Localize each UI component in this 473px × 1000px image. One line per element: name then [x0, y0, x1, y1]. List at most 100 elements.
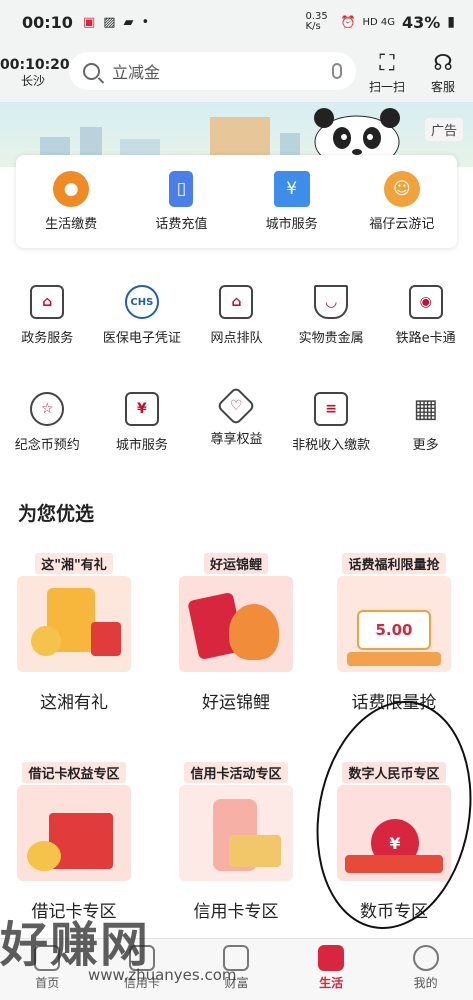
- message-icon: ▰: [123, 14, 134, 30]
- gift-coins-image: [17, 576, 131, 672]
- service-commemorative-coin[interactable]: ☆ 纪念币预约: [0, 392, 95, 453]
- life-bag-icon: [318, 945, 345, 971]
- battery-icon: ▮: [447, 14, 455, 30]
- site-watermark: 好赚网: [0, 917, 151, 973]
- service-label: 纪念币预约: [14, 438, 80, 453]
- customer-service-label: 客服: [430, 80, 455, 94]
- tab-label: 生活: [319, 976, 344, 990]
- coupon-amount: 5.00: [357, 610, 431, 650]
- service-non-tax-payment[interactable]: ≡ 非税收入缴款: [284, 392, 379, 453]
- service-label: 铁路e卡通: [395, 331, 456, 346]
- section-title: 为您优选: [18, 503, 95, 525]
- search-placeholder: 立减金: [112, 63, 161, 82]
- promo-tag: 这"湘"有礼: [35, 553, 113, 574]
- status-time: 00:10: [22, 12, 73, 32]
- quick-service-item[interactable]: ● 生活缴费: [16, 155, 126, 248]
- battery-level: 43%: [401, 12, 441, 32]
- scan-button[interactable]: ⛶ 扫一扫: [362, 50, 412, 95]
- service-label: 尊享权益: [210, 432, 263, 447]
- service-branch-queue[interactable]: ⌂ 网点排队: [189, 285, 284, 346]
- app-header: 00:10:20 长沙 立减金 ⛶ 扫一扫 ☊ 客服: [0, 44, 473, 102]
- app-notification-icon: ▣: [82, 14, 96, 30]
- service-label: 实物贵金属: [298, 331, 364, 346]
- service-railway-card[interactable]: ◉ 铁路e卡通: [378, 285, 473, 346]
- scan-label: 扫一扫: [368, 80, 405, 94]
- privilege-icon: ♡: [216, 386, 257, 426]
- location-selector[interactable]: 00:10:20 长沙: [0, 56, 70, 90]
- search-icon: [83, 62, 100, 80]
- coin-star-icon: ☆: [30, 392, 65, 426]
- service-label: 政务服务: [21, 331, 74, 346]
- quick-service-label: 话费充值: [155, 217, 208, 232]
- service-city[interactable]: ¥ 城市服务: [95, 392, 190, 453]
- government-icon: ⌂: [30, 285, 65, 319]
- service-medical-insurance[interactable]: CHS 医保电子凭证: [95, 285, 190, 346]
- gold-ingot-icon: ◡: [314, 285, 349, 319]
- more-grid-icon: ▦: [413, 394, 438, 424]
- profile-icon: [412, 945, 439, 971]
- service-label: 非税收入缴款: [292, 438, 371, 453]
- service-label: 医保电子凭证: [102, 331, 181, 346]
- phone-bill-coupon-image: 5.00: [337, 576, 451, 672]
- headset-icon: ☊: [433, 51, 453, 76]
- promo-tag: 话费福利限量抢: [342, 553, 446, 574]
- quick-service-item[interactable]: ¥ 城市服务: [237, 155, 347, 248]
- service-label: 更多: [412, 438, 439, 453]
- branch-queue-icon: ⌂: [219, 285, 254, 319]
- tab-mine[interactable]: 我的: [378, 939, 473, 1000]
- services-row: ⌂ 政务服务 CHS 医保电子凭证 ⌂ 网点排队 ◡ 实物贵金属 ◉ 铁路e卡通: [0, 285, 473, 346]
- quick-services-card: ● 生活缴费 ▯ 话费充值 ¥ 城市服务 ☺ 福仔云游记: [16, 155, 457, 248]
- credit-card-image: [179, 785, 293, 881]
- promo-tile[interactable]: 这"湘"有礼 这湘有礼: [10, 553, 138, 713]
- promo-tile[interactable]: 信用卡活动专区 信用卡专区: [172, 762, 300, 922]
- mascot-icon: ☺: [383, 171, 420, 207]
- tab-label: 首页: [35, 976, 60, 990]
- service-label: 网点排队: [210, 331, 263, 346]
- quick-service-label: 福仔云游记: [369, 217, 435, 232]
- service-privilege[interactable]: ♡ 尊享权益: [189, 386, 284, 453]
- quick-service-label: 生活缴费: [45, 217, 98, 232]
- clock-time: 00:10:20: [0, 56, 70, 73]
- koi-fish-image: [179, 576, 293, 672]
- gift-box-image: [17, 785, 131, 881]
- promo-tag: 好运锦鲤: [203, 553, 268, 574]
- dot-icon: •: [141, 14, 150, 30]
- service-government[interactable]: ⌂ 政务服务: [0, 285, 95, 346]
- ad-tag: 广告: [424, 118, 463, 141]
- promo-name: 这湘有礼: [40, 693, 108, 713]
- city-name: 长沙: [20, 74, 45, 89]
- alarm-icon: ⏰: [340, 15, 356, 29]
- quick-service-label: 城市服务: [265, 217, 318, 232]
- city-service-icon: ¥: [124, 392, 159, 426]
- promo-name: 信用卡专区: [193, 902, 279, 922]
- tax-ticket-icon: ≡: [314, 392, 349, 426]
- promo-tag: 借记卡权益专区: [22, 762, 126, 783]
- water-drop-icon: ●: [53, 171, 90, 207]
- network-type: HD 4G: [362, 16, 395, 28]
- service-label: 城市服务: [115, 438, 168, 453]
- phone-icon: ▯: [169, 171, 194, 207]
- tab-label: 我的: [413, 976, 438, 990]
- search-bar[interactable]: 立减金: [69, 52, 356, 90]
- service-more[interactable]: ▦ 更多: [378, 392, 473, 453]
- customer-service-button[interactable]: ☊ 客服: [418, 50, 468, 95]
- network-speed: 0.35 K/s: [305, 11, 328, 32]
- quick-service-item[interactable]: ☺ 福仔云游记: [347, 155, 457, 248]
- promo-tile[interactable]: 好运锦鲤 好运锦鲤: [172, 553, 300, 713]
- promo-tag: 信用卡活动专区: [184, 762, 288, 783]
- tab-life[interactable]: 生活: [284, 939, 379, 1000]
- chs-medical-icon: CHS: [124, 285, 159, 319]
- image-icon: ▨: [103, 14, 116, 30]
- microphone-icon[interactable]: [332, 63, 342, 79]
- quick-service-item[interactable]: ▯ 话费充值: [126, 155, 236, 248]
- promo-tile[interactable]: 话费福利限量抢 5.00 话费限量抢: [330, 553, 458, 713]
- railway-card-icon: ◉: [408, 285, 443, 319]
- promo-tile[interactable]: 借记卡权益专区 借记卡专区: [10, 762, 138, 922]
- service-precious-metal[interactable]: ◡ 实物贵金属: [284, 285, 379, 346]
- scan-icon: ⛶: [379, 51, 395, 76]
- promo-name: 好运锦鲤: [202, 693, 270, 713]
- status-bar: 00:10 ▣ ▨ ▰ • 0.35 K/s ⏰ HD 4G 43% ▮: [0, 0, 473, 44]
- services-row: ☆ 纪念币预约 ¥ 城市服务 ♡ 尊享权益 ≡ 非税收入缴款 ▦ 更多: [0, 386, 473, 453]
- site-watermark-url: www.zhuanyes.com: [88, 966, 237, 984]
- city-building-icon: ¥: [273, 171, 310, 207]
